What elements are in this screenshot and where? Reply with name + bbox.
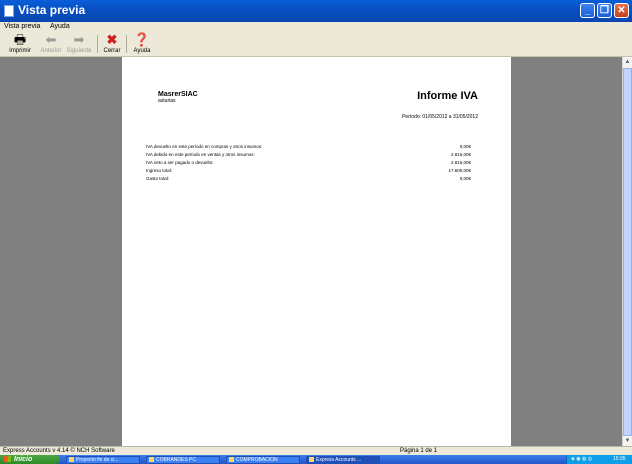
report-page: MasrerSIAC asturias Informe IVA Período:… [122, 57, 511, 446]
taskbar-item[interactable]: Proyecto fin de ci... [66, 456, 140, 464]
system-tray: ◈ ◉ ◍ ◎ 15:05 [566, 455, 632, 464]
windows-taskbar: Inicio Proyecto fin de ci... COBRANDES P… [0, 455, 632, 464]
report-row-value: 2.816,00€ [450, 152, 471, 157]
close-x-icon: ✖ [106, 32, 118, 47]
start-label: Inicio [14, 456, 33, 463]
start-button[interactable]: Inicio [0, 455, 60, 464]
report-row-value: 0,00€ [459, 176, 471, 181]
report-row-label: IVA devuelto en este período en compras … [146, 144, 263, 149]
scroll-down-icon[interactable]: ▼ [623, 436, 632, 446]
menu-vista-previa[interactable]: Vista previa [4, 23, 40, 30]
status-app-version: Express Accounts v 4.14 © NCH Software [3, 448, 115, 454]
maximize-button[interactable]: ❐ [597, 3, 612, 18]
help-button[interactable]: ❓ Ayuda [130, 32, 154, 56]
title-bar: Vista previa _ ❐ ✕ [0, 0, 632, 22]
help-label: Ayuda [133, 48, 151, 54]
app-icon [4, 5, 14, 17]
window-title: Vista previa [18, 3, 86, 17]
taskbar-item-label: COBRANDES PC [156, 457, 197, 463]
report-period: Período: 01/05/2012 a 31/05/2012 [402, 114, 478, 120]
taskbar-item-label: Express Accounts ... [316, 457, 362, 463]
close-icon: ✕ [617, 5, 626, 16]
minimize-button[interactable]: _ [580, 3, 595, 18]
folder-icon [69, 457, 74, 463]
report-row-label: IVA debido en este período en ventas y o… [146, 152, 255, 157]
window-icon [149, 457, 154, 463]
taskbar-item-active[interactable]: Express Accounts ... [306, 456, 380, 464]
report-row-value: 17.600,00€ [448, 168, 471, 173]
windows-logo-icon [4, 456, 11, 463]
previous-label: Anterior [40, 48, 62, 54]
taskbar-item[interactable]: COBRANDES PC [146, 456, 220, 464]
toolbar: 🖶 Imprimir ⬅ Anterior ➡ Siguiente ✖ Cerr… [0, 32, 632, 57]
close-window-button[interactable]: ✕ [614, 3, 629, 18]
print-label: Imprimir [9, 48, 31, 54]
close-label: Cerrar [103, 48, 121, 54]
report-title: Informe IVA [417, 90, 478, 102]
restore-icon: ❐ [600, 5, 609, 16]
previous-page-button[interactable]: ⬅ Anterior [38, 32, 64, 56]
printer-icon: 🖶 [13, 32, 27, 47]
app-icon [309, 457, 314, 463]
next-page-button[interactable]: ➡ Siguiente [64, 32, 94, 56]
scrollbar-thumb[interactable] [623, 68, 632, 436]
taskbar-item-label: COMPROBACION [236, 457, 278, 463]
help-icon: ❓ [133, 32, 151, 47]
minimize-icon: _ [584, 5, 591, 16]
report-row-label: Ingreso total: [146, 168, 173, 173]
menu-bar: Vista previa Ayuda [0, 22, 632, 32]
menu-ayuda[interactable]: Ayuda [50, 23, 70, 30]
company-subtitle: asturias [158, 98, 176, 104]
tray-icons[interactable]: ◈ ◉ ◍ ◎ [571, 456, 592, 462]
window-icon [229, 457, 234, 463]
arrow-left-icon: ⬅ [45, 32, 57, 47]
vertical-scrollbar[interactable]: ▲ ▼ [622, 57, 632, 446]
print-button[interactable]: 🖶 Imprimir [2, 32, 38, 56]
report-row-value: 2.816,00€ [450, 160, 471, 165]
toolbar-separator [126, 35, 127, 53]
company-name: MasrerSIAC [158, 91, 198, 98]
report-row-label: IVA neto a ser pagado o devuelto: [146, 160, 214, 165]
arrow-right-icon: ➡ [73, 32, 85, 47]
scroll-up-icon[interactable]: ▲ [623, 57, 632, 67]
toolbar-separator [97, 35, 98, 53]
clock: 15:05 [613, 456, 626, 462]
next-label: Siguiente [66, 48, 92, 54]
report-row-value: 0,00€ [459, 144, 471, 149]
report-row-label: Gasto total: [146, 176, 170, 181]
taskbar-item-label: Proyecto fin de ci... [76, 457, 119, 463]
preview-area[interactable]: MasrerSIAC asturias Informe IVA Período:… [0, 57, 622, 446]
taskbar-item[interactable]: COMPROBACION [226, 456, 300, 464]
close-preview-button[interactable]: ✖ Cerrar [101, 32, 123, 56]
status-page-indicator: Página 1 de 1 [400, 448, 438, 454]
